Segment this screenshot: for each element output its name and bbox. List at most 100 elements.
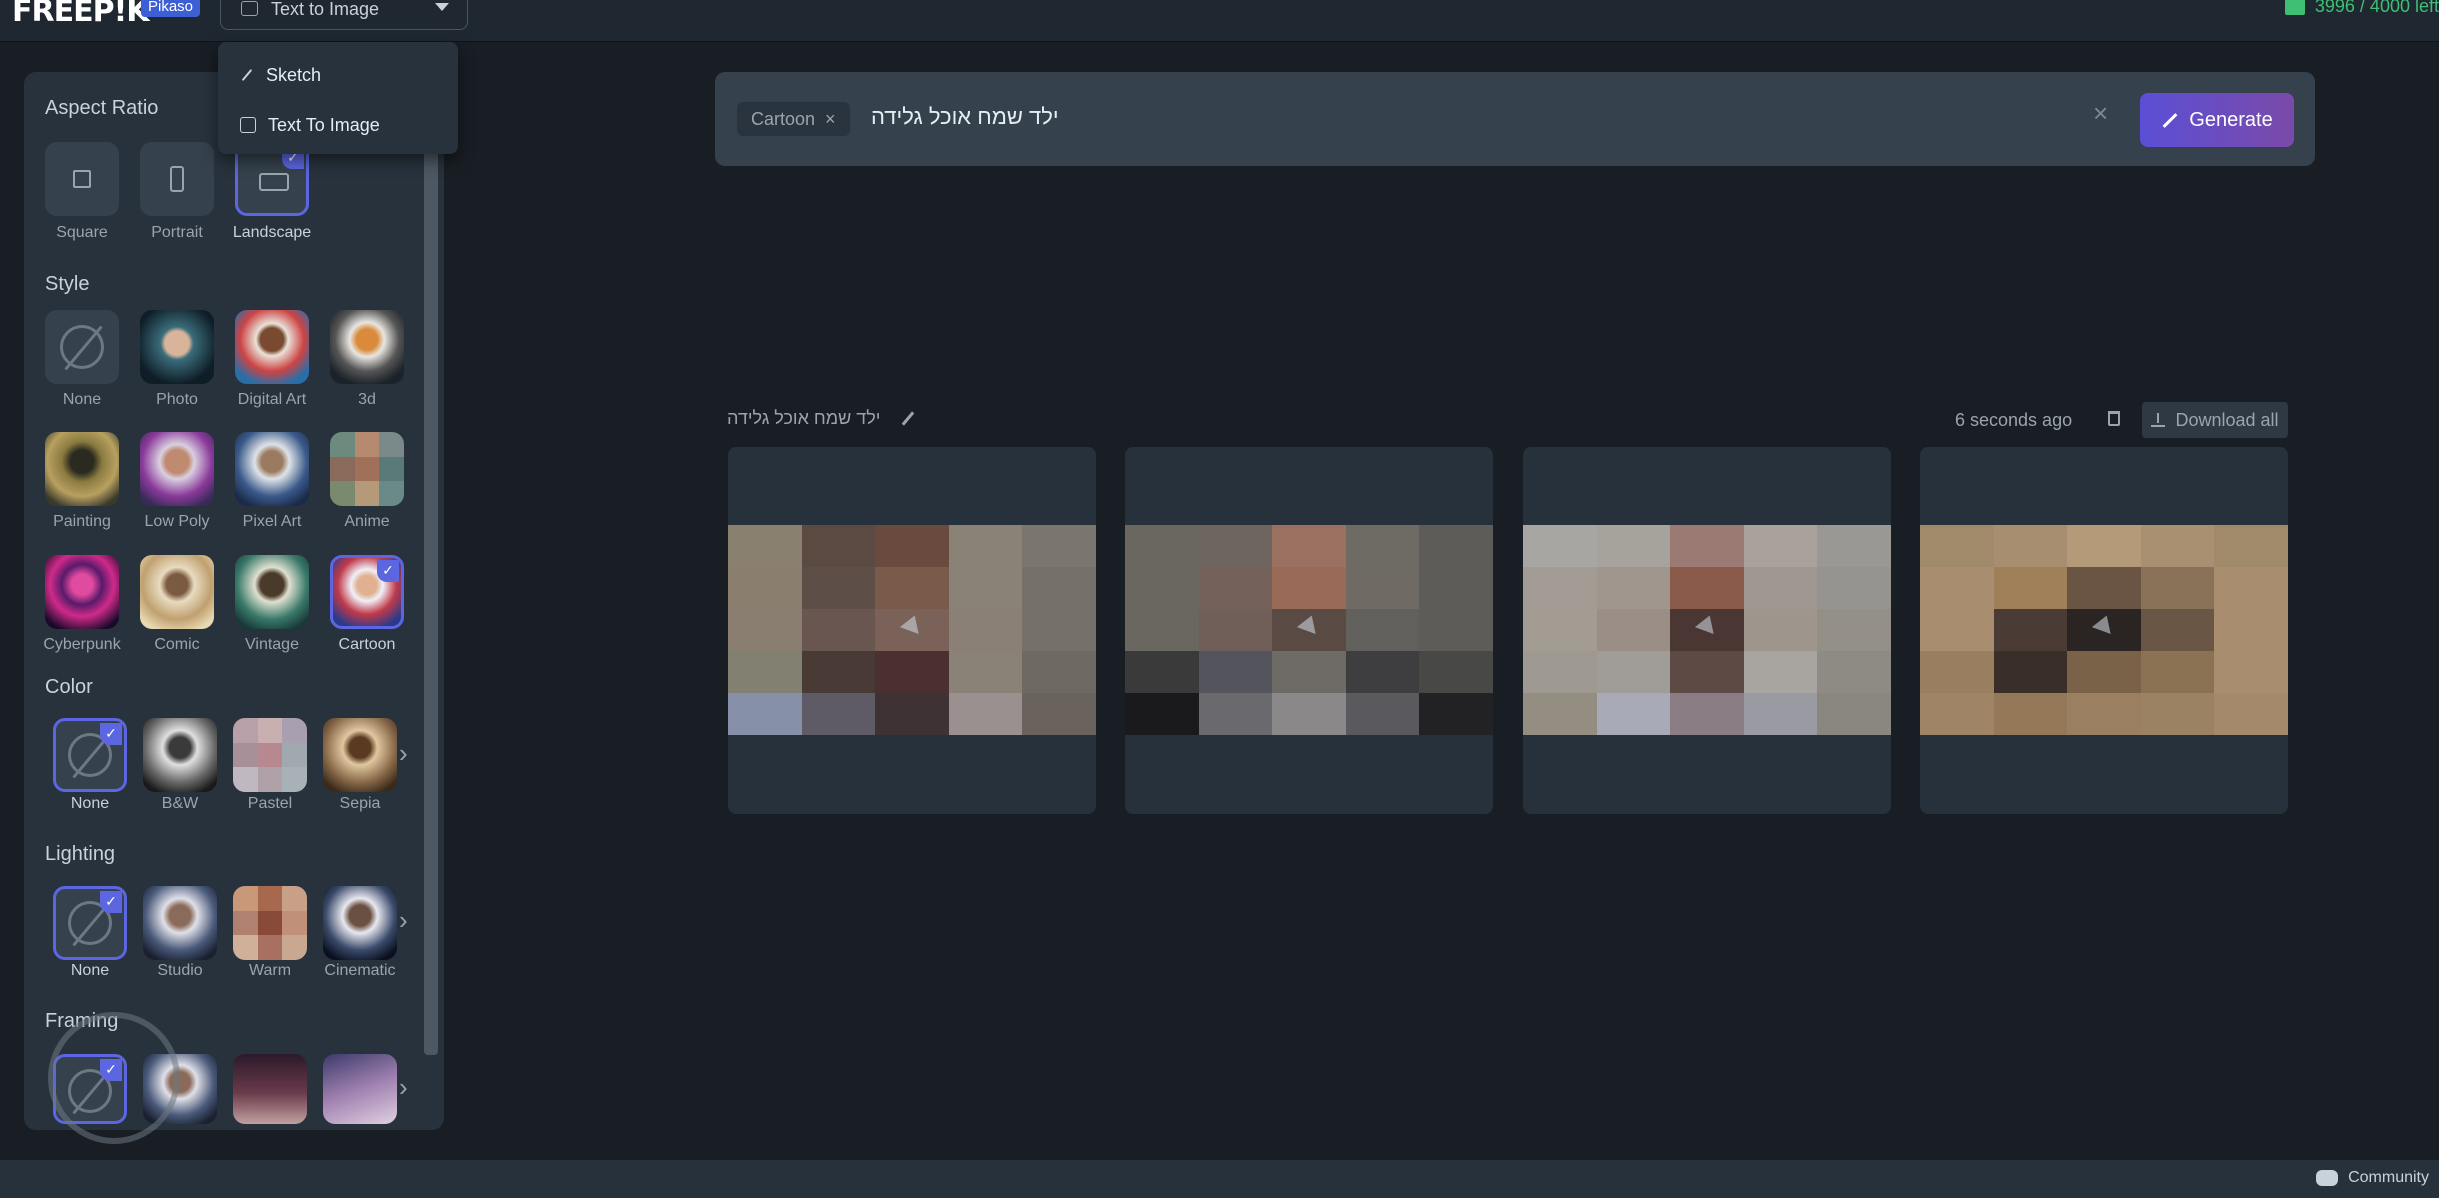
close-icon[interactable]: ×	[825, 109, 836, 130]
pikaso-badge: Pikaso	[141, 0, 201, 17]
style-cartoon-option[interactable]: ✓	[330, 555, 404, 629]
menu-item-text-to-image[interactable]: Text To Image	[218, 100, 458, 150]
result-timestamp: 6 seconds ago	[1955, 410, 2073, 430]
magic-wand-icon	[2162, 112, 2178, 128]
aspect-label: Landscape	[232, 224, 312, 241]
style-label: Painting	[53, 513, 111, 530]
lighting-label: Cinematic	[324, 962, 396, 979]
chevron-right-icon[interactable]: ›	[399, 905, 408, 936]
aspect-square-option[interactable]	[45, 142, 119, 216]
style-chip-label: Cartoon	[751, 108, 816, 129]
style-label: Digital Art	[237, 391, 307, 408]
style-label: Cartoon	[338, 636, 396, 653]
style-label: 3d	[358, 391, 376, 408]
community-label: Community	[2348, 1169, 2429, 1186]
lighting-warm-option[interactable]	[233, 886, 307, 960]
chevron-right-icon[interactable]: ›	[399, 1072, 408, 1103]
community-link[interactable]: Community	[2316, 1169, 2429, 1187]
color-sepia-option[interactable]	[323, 718, 397, 792]
style-low-poly-option[interactable]	[140, 432, 214, 506]
style-anime-option[interactable]	[330, 432, 404, 506]
lighting-cinematic-option[interactable]	[323, 886, 397, 960]
none-icon	[60, 325, 104, 369]
image-credits-icon	[2284, 0, 2305, 15]
menu-item-label: Text To Image	[268, 114, 380, 135]
result-image-4[interactable]	[1920, 447, 2288, 814]
result-image-2[interactable]	[1125, 447, 1493, 814]
trash-icon[interactable]	[2108, 411, 2120, 426]
pencil-icon	[241, 68, 253, 82]
color-title: Color	[45, 676, 93, 698]
result-title: ילד שמח אוכל גלידה	[727, 408, 881, 428]
download-all-button[interactable]: Download all	[2142, 402, 2288, 438]
color-bw-option[interactable]	[143, 718, 217, 792]
prompt-bar: Cartoon × ילד שמח אוכל גלידה × Generate	[715, 72, 2315, 166]
generate-button[interactable]: Generate	[2140, 93, 2294, 147]
aspect-label: Square	[56, 224, 108, 241]
lighting-studio-option[interactable]	[143, 886, 217, 960]
style-vintage-option[interactable]	[235, 555, 309, 629]
style-title: Style	[45, 273, 90, 295]
download-all-label: Download all	[2175, 409, 2279, 430]
lighting-label: Warm	[248, 962, 292, 979]
framing-option[interactable]	[233, 1054, 307, 1124]
clear-icon[interactable]: ×	[2093, 98, 2108, 129]
credits-text: 3996 / 4000 left	[2314, 0, 2439, 16]
style-pixel-art-option[interactable]	[235, 432, 309, 506]
square-icon	[73, 170, 91, 188]
style-chip[interactable]: Cartoon ×	[737, 102, 850, 136]
style-photo-option[interactable]	[140, 310, 214, 384]
style-label: Comic	[154, 636, 200, 653]
watermark-icon	[2088, 615, 2120, 637]
image-icon	[241, 1, 258, 16]
color-label: None	[70, 795, 110, 812]
style-label: Vintage	[245, 636, 299, 653]
mode-select[interactable]: Text to Image	[220, 0, 468, 30]
lighting-title: Lighting	[45, 843, 116, 865]
style-label: Low Poly	[144, 513, 210, 530]
mode-select-label: Text to Image	[271, 0, 380, 19]
lighting-label: Studio	[157, 962, 203, 979]
top-bar: FREEP!K Pikaso Text to Image 3996 / 4000…	[0, 0, 2439, 42]
color-none-option[interactable]: ✓	[53, 718, 127, 792]
prompt-input[interactable]: ילד שמח אוכל גלידה	[871, 104, 1059, 130]
edit-icon[interactable]	[902, 411, 915, 426]
style-label: Cyberpunk	[43, 636, 121, 653]
style-digital-art-option[interactable]	[235, 310, 309, 384]
color-label: Sepia	[339, 795, 381, 812]
freepik-logo[interactable]: FREEP!K	[12, 0, 149, 29]
chevron-right-icon[interactable]: ›	[399, 738, 408, 769]
color-pastel-option[interactable]	[233, 718, 307, 792]
style-comic-option[interactable]	[140, 555, 214, 629]
chevron-down-icon	[435, 3, 449, 11]
download-icon	[2151, 413, 2166, 427]
menu-item-sketch[interactable]: Sketch	[218, 50, 458, 100]
style-label: Photo	[156, 391, 198, 408]
mode-dropdown-menu: Sketch Text To Image	[218, 42, 458, 154]
watermark-seal	[48, 1012, 180, 1144]
aspect-portrait-option[interactable]	[140, 142, 214, 216]
result-image-1[interactable]	[728, 447, 1096, 814]
check-icon: ✓	[100, 891, 122, 913]
footer-bar: Community	[0, 1160, 2439, 1198]
menu-item-label: Sketch	[266, 64, 322, 85]
style-3d-option[interactable]	[330, 310, 404, 384]
style-painting-option[interactable]	[45, 432, 119, 506]
result-image-3[interactable]	[1523, 447, 1891, 814]
style-label: None	[62, 391, 102, 408]
style-none-option[interactable]	[45, 310, 119, 384]
style-cyberpunk-option[interactable]	[45, 555, 119, 629]
panel-scrollbar[interactable]	[424, 150, 438, 1055]
watermark-icon	[1691, 615, 1723, 637]
aspect-ratio-title: Aspect Ratio	[45, 97, 159, 119]
lighting-none-option[interactable]: ✓	[53, 886, 127, 960]
color-label: B&W	[161, 795, 199, 812]
style-label: Anime	[344, 513, 390, 530]
credits-counter: 3996 / 4000 left	[2284, 0, 2439, 17]
landscape-icon	[259, 173, 289, 191]
discord-icon	[2316, 1170, 2339, 1186]
watermark-icon	[1293, 615, 1325, 637]
framing-option[interactable]	[323, 1054, 397, 1124]
color-label: Pastel	[247, 795, 293, 812]
generate-label: Generate	[2189, 108, 2273, 131]
